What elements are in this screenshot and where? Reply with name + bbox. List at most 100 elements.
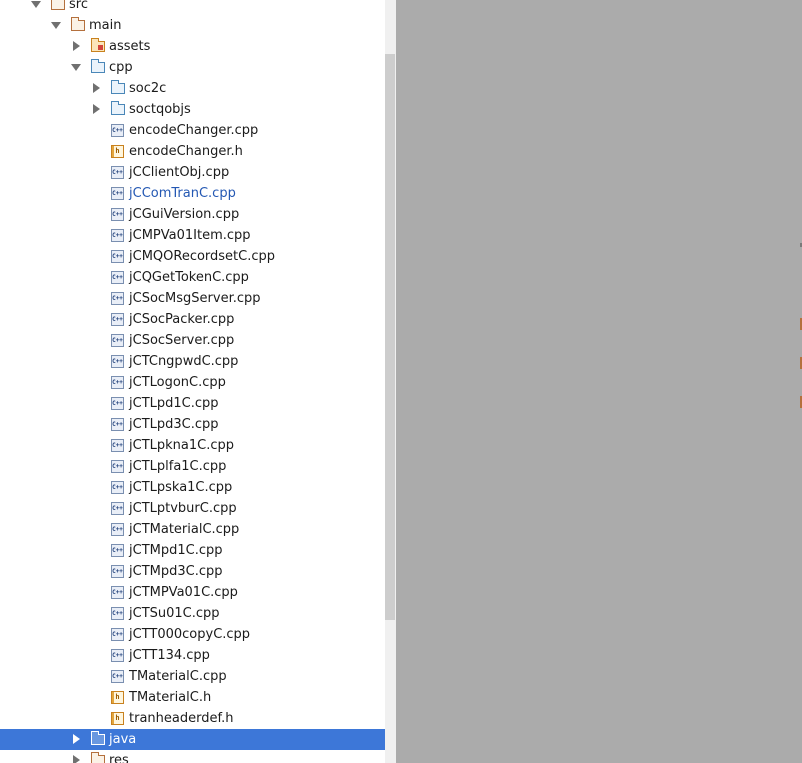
tree-row-res[interactable]: res — [0, 750, 385, 763]
folder-icon — [51, 0, 65, 10]
folder-icon — [71, 17, 85, 31]
cpp-file-icon: C++ — [111, 481, 124, 494]
source-folder-icon — [111, 80, 125, 94]
tree-label: jCSocPacker.cpp — [129, 312, 235, 327]
cpp-file-icon: C++ — [111, 166, 124, 179]
chevron-right-icon[interactable] — [93, 104, 100, 114]
cpp-file-icon: C++ — [111, 271, 124, 284]
tree-row-file[interactable]: C++ jCSocMsgServer.cpp — [0, 288, 385, 309]
tree-row-file[interactable]: C++ jCTMaterialC.cpp — [0, 519, 385, 540]
tree-row-file[interactable]: C++ jCSocPacker.cpp — [0, 309, 385, 330]
cpp-file-icon: C++ — [111, 187, 124, 200]
cpp-file-icon: C++ — [111, 418, 124, 431]
tree-label: jCTLpska1C.cpp — [129, 480, 233, 495]
tree-row-file[interactable]: C++ jCGuiVersion.cpp — [0, 204, 385, 225]
tree-row-file[interactable]: C++ jCSocServer.cpp — [0, 330, 385, 351]
tree-row-main[interactable]: main — [0, 15, 385, 36]
chevron-right-icon[interactable] — [93, 83, 100, 93]
tree-row-file[interactable]: C++ jCMPVa01Item.cpp — [0, 225, 385, 246]
chevron-down-icon[interactable] — [51, 22, 61, 29]
tree-row-file[interactable]: C++ jCTLogonC.cpp — [0, 372, 385, 393]
cpp-file-icon: C++ — [111, 586, 124, 599]
tree-row-file[interactable]: C++ jCTT000copyC.cpp — [0, 624, 385, 645]
tree-row-file[interactable]: C++ jCTT134.cpp — [0, 645, 385, 666]
chevron-right-icon[interactable] — [73, 41, 80, 51]
tree-label: assets — [109, 39, 151, 54]
tree-row-file[interactable]: h TMaterialC.h — [0, 687, 385, 708]
cpp-file-icon: C++ — [111, 397, 124, 410]
tree-label: jCQGetTokenC.cpp — [129, 270, 249, 285]
tree-label: soctqobjs — [129, 102, 191, 117]
tree-row-assets[interactable]: assets — [0, 36, 385, 57]
tree-label: jCMPVa01Item.cpp — [129, 228, 251, 243]
project-tree: src main assets cpp soc2c soctqobjs C++ e… — [0, 0, 385, 763]
tree-label: res — [109, 753, 129, 763]
tree-row-file[interactable]: C++ jCMQORecordsetC.cpp — [0, 246, 385, 267]
tree-label: TMaterialC.h — [129, 690, 212, 705]
assets-folder-icon — [91, 38, 105, 52]
tree-label: cpp — [109, 60, 133, 75]
cpp-file-icon: C++ — [111, 565, 124, 578]
scrollbar-thumb[interactable] — [385, 54, 395, 620]
cpp-file-icon: C++ — [111, 355, 124, 368]
tree-row-file[interactable]: h encodeChanger.h — [0, 141, 385, 162]
cpp-file-icon: C++ — [111, 313, 124, 326]
tree-label: soc2c — [129, 81, 167, 96]
tree-label: main — [89, 18, 122, 33]
tree-label: jCTT134.cpp — [129, 648, 210, 663]
tree-row-file[interactable]: C++ jCTLpska1C.cpp — [0, 477, 385, 498]
tree-row-soc2c[interactable]: soc2c — [0, 78, 385, 99]
tree-label: jCTSu01C.cpp — [129, 606, 220, 621]
tree-row-file[interactable]: C++ jCTCngpwdC.cpp — [0, 351, 385, 372]
tree-label: TMaterialC.cpp — [129, 669, 227, 684]
cpp-file-icon: C++ — [111, 649, 124, 662]
tree-row-file[interactable]: C++ jCTLptvburC.cpp — [0, 498, 385, 519]
tree-row-file[interactable]: C++ jCQGetTokenC.cpp — [0, 267, 385, 288]
tree-row-file[interactable]: C++ TMaterialC.cpp — [0, 666, 385, 687]
tree-row-file[interactable]: C++ jCComTranC.cpp — [0, 183, 385, 204]
source-folder-icon — [111, 101, 125, 115]
tree-row-file[interactable]: C++ jCTLpkna1C.cpp — [0, 435, 385, 456]
cpp-file-icon: C++ — [111, 439, 124, 452]
tree-label: jCSocMsgServer.cpp — [129, 291, 261, 306]
tree-label: jCTLptvburC.cpp — [129, 501, 237, 516]
tree-label: jCSocServer.cpp — [129, 333, 235, 348]
chevron-right-icon[interactable] — [73, 734, 80, 744]
tree-row-file[interactable]: C++ jCTMPVa01C.cpp — [0, 582, 385, 603]
cpp-file-icon: C++ — [111, 229, 124, 242]
tree-row-file[interactable]: C++ jCTMpd1C.cpp — [0, 540, 385, 561]
header-file-icon: h — [111, 145, 124, 158]
tree-label: encodeChanger.h — [129, 144, 243, 159]
tree-label: encodeChanger.cpp — [129, 123, 259, 138]
chevron-down-icon[interactable] — [71, 64, 81, 71]
tree-label: jCTMPVa01C.cpp — [129, 585, 238, 600]
folder-icon — [91, 752, 105, 763]
tree-row-file[interactable]: C++ jCTLplfa1C.cpp — [0, 456, 385, 477]
tree-label: jCGuiVersion.cpp — [129, 207, 240, 222]
tree-row-file[interactable]: C++ jCTLpd3C.cpp — [0, 414, 385, 435]
cpp-file-icon: C++ — [111, 544, 124, 557]
tree-row-file[interactable]: C++ jCTMpd3C.cpp — [0, 561, 385, 582]
tree-row-file[interactable]: C++ jCClientObj.cpp — [0, 162, 385, 183]
tree-label: jCClientObj.cpp — [129, 165, 230, 180]
cpp-file-icon: C++ — [111, 628, 124, 641]
tree-row-file[interactable]: C++ jCTLpd1C.cpp — [0, 393, 385, 414]
tree-label: jCTLplfa1C.cpp — [129, 459, 227, 474]
tree-row-file[interactable]: C++ encodeChanger.cpp — [0, 120, 385, 141]
tree-label: jCTLpd3C.cpp — [129, 417, 219, 432]
tree-row-cpp[interactable]: cpp — [0, 57, 385, 78]
tree-row-src[interactable]: src — [0, 0, 385, 15]
tree-label: jCTLpkna1C.cpp — [129, 438, 234, 453]
tree-row-java[interactable]: java — [0, 729, 385, 750]
tree-label: jCTT000copyC.cpp — [129, 627, 251, 642]
tree-row-file[interactable]: h tranheaderdef.h — [0, 708, 385, 729]
tree-label: java — [109, 732, 137, 747]
cpp-file-icon: C++ — [111, 376, 124, 389]
cpp-file-icon: C++ — [111, 208, 124, 221]
chevron-down-icon[interactable] — [31, 1, 41, 8]
tree-label: jCTLogonC.cpp — [129, 375, 226, 390]
tree-row-file[interactable]: C++ jCTSu01C.cpp — [0, 603, 385, 624]
chevron-right-icon[interactable] — [73, 755, 80, 763]
tree-label: tranheaderdef.h — [129, 711, 234, 726]
tree-row-soctqobjs[interactable]: soctqobjs — [0, 99, 385, 120]
